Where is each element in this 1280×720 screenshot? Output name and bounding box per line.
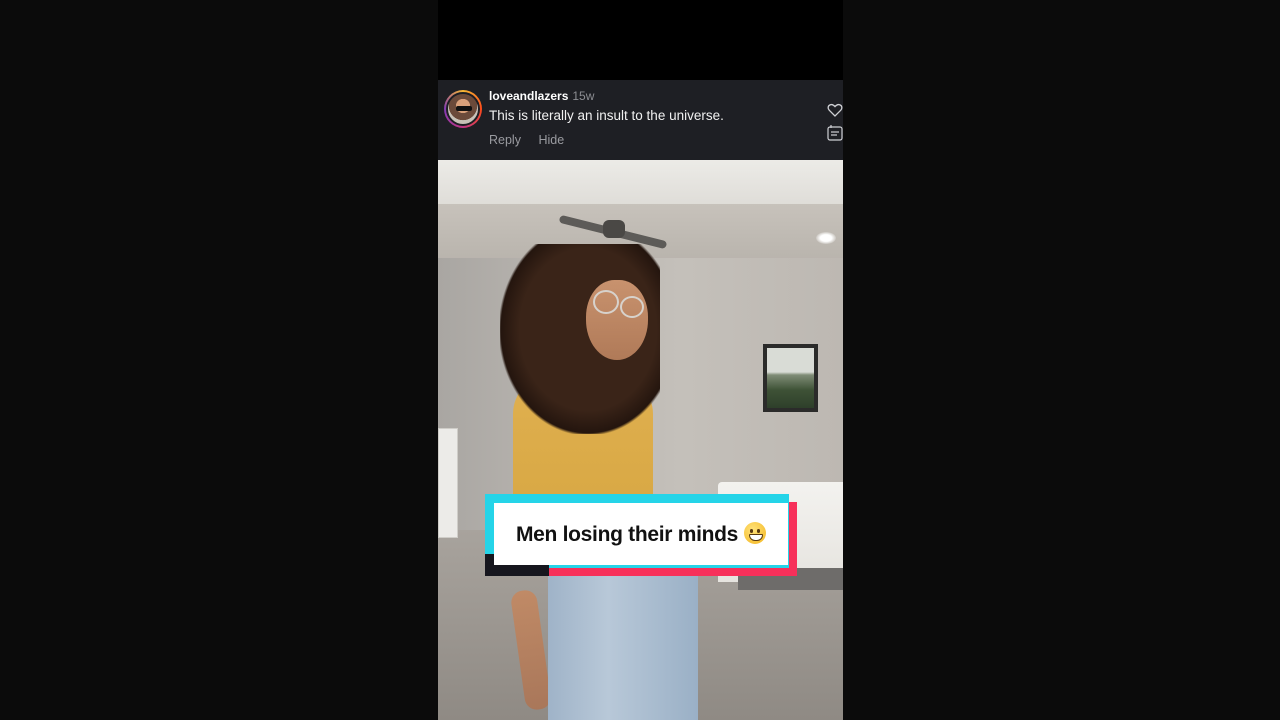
comment-text: This is literally an insult to the unive…: [489, 108, 724, 123]
glasses-right-lens: [620, 296, 644, 318]
caption-sticker: Men losing their minds: [485, 494, 797, 576]
caption-text: Men losing their minds: [515, 521, 767, 547]
sunglasses-icon: [456, 106, 472, 111]
person-jeans: [548, 560, 698, 720]
heart-icon[interactable]: [827, 102, 843, 118]
comment-overlay: loveandlazers 15w This is literally an in…: [438, 80, 843, 160]
top-letterbox: [438, 0, 843, 80]
avatar[interactable]: [444, 90, 482, 128]
reply-button[interactable]: Reply: [489, 133, 521, 147]
translate-icon[interactable]: [827, 124, 843, 142]
grinning-face-icon: [744, 521, 767, 544]
wall-picture-art: [767, 348, 814, 408]
ceiling-fan-hub: [603, 220, 625, 238]
ceiling-light: [816, 232, 836, 244]
caption-label: Men losing their minds: [515, 522, 739, 546]
wall-picture: [763, 344, 818, 412]
avatar-photo: [446, 92, 480, 126]
comment-username[interactable]: loveandlazers 15w: [489, 89, 594, 103]
caption-box: Men losing their minds: [494, 503, 788, 565]
shelf: [438, 428, 458, 538]
comment-actions: Reply Hide: [489, 133, 578, 147]
tiktok-video-frame: loveandlazers 15w This is literally an in…: [438, 0, 843, 720]
screen-background: loveandlazers 15w This is literally an in…: [0, 0, 1280, 720]
hide-button[interactable]: Hide: [538, 133, 564, 147]
scene-ceiling: [438, 160, 843, 208]
comment-timestamp: 15w: [572, 89, 595, 103]
comment-username-text: loveandlazers: [489, 89, 569, 103]
video-player[interactable]: Men losing their minds: [438, 160, 843, 720]
person-face: [586, 280, 648, 360]
glasses-left-lens: [593, 290, 619, 314]
